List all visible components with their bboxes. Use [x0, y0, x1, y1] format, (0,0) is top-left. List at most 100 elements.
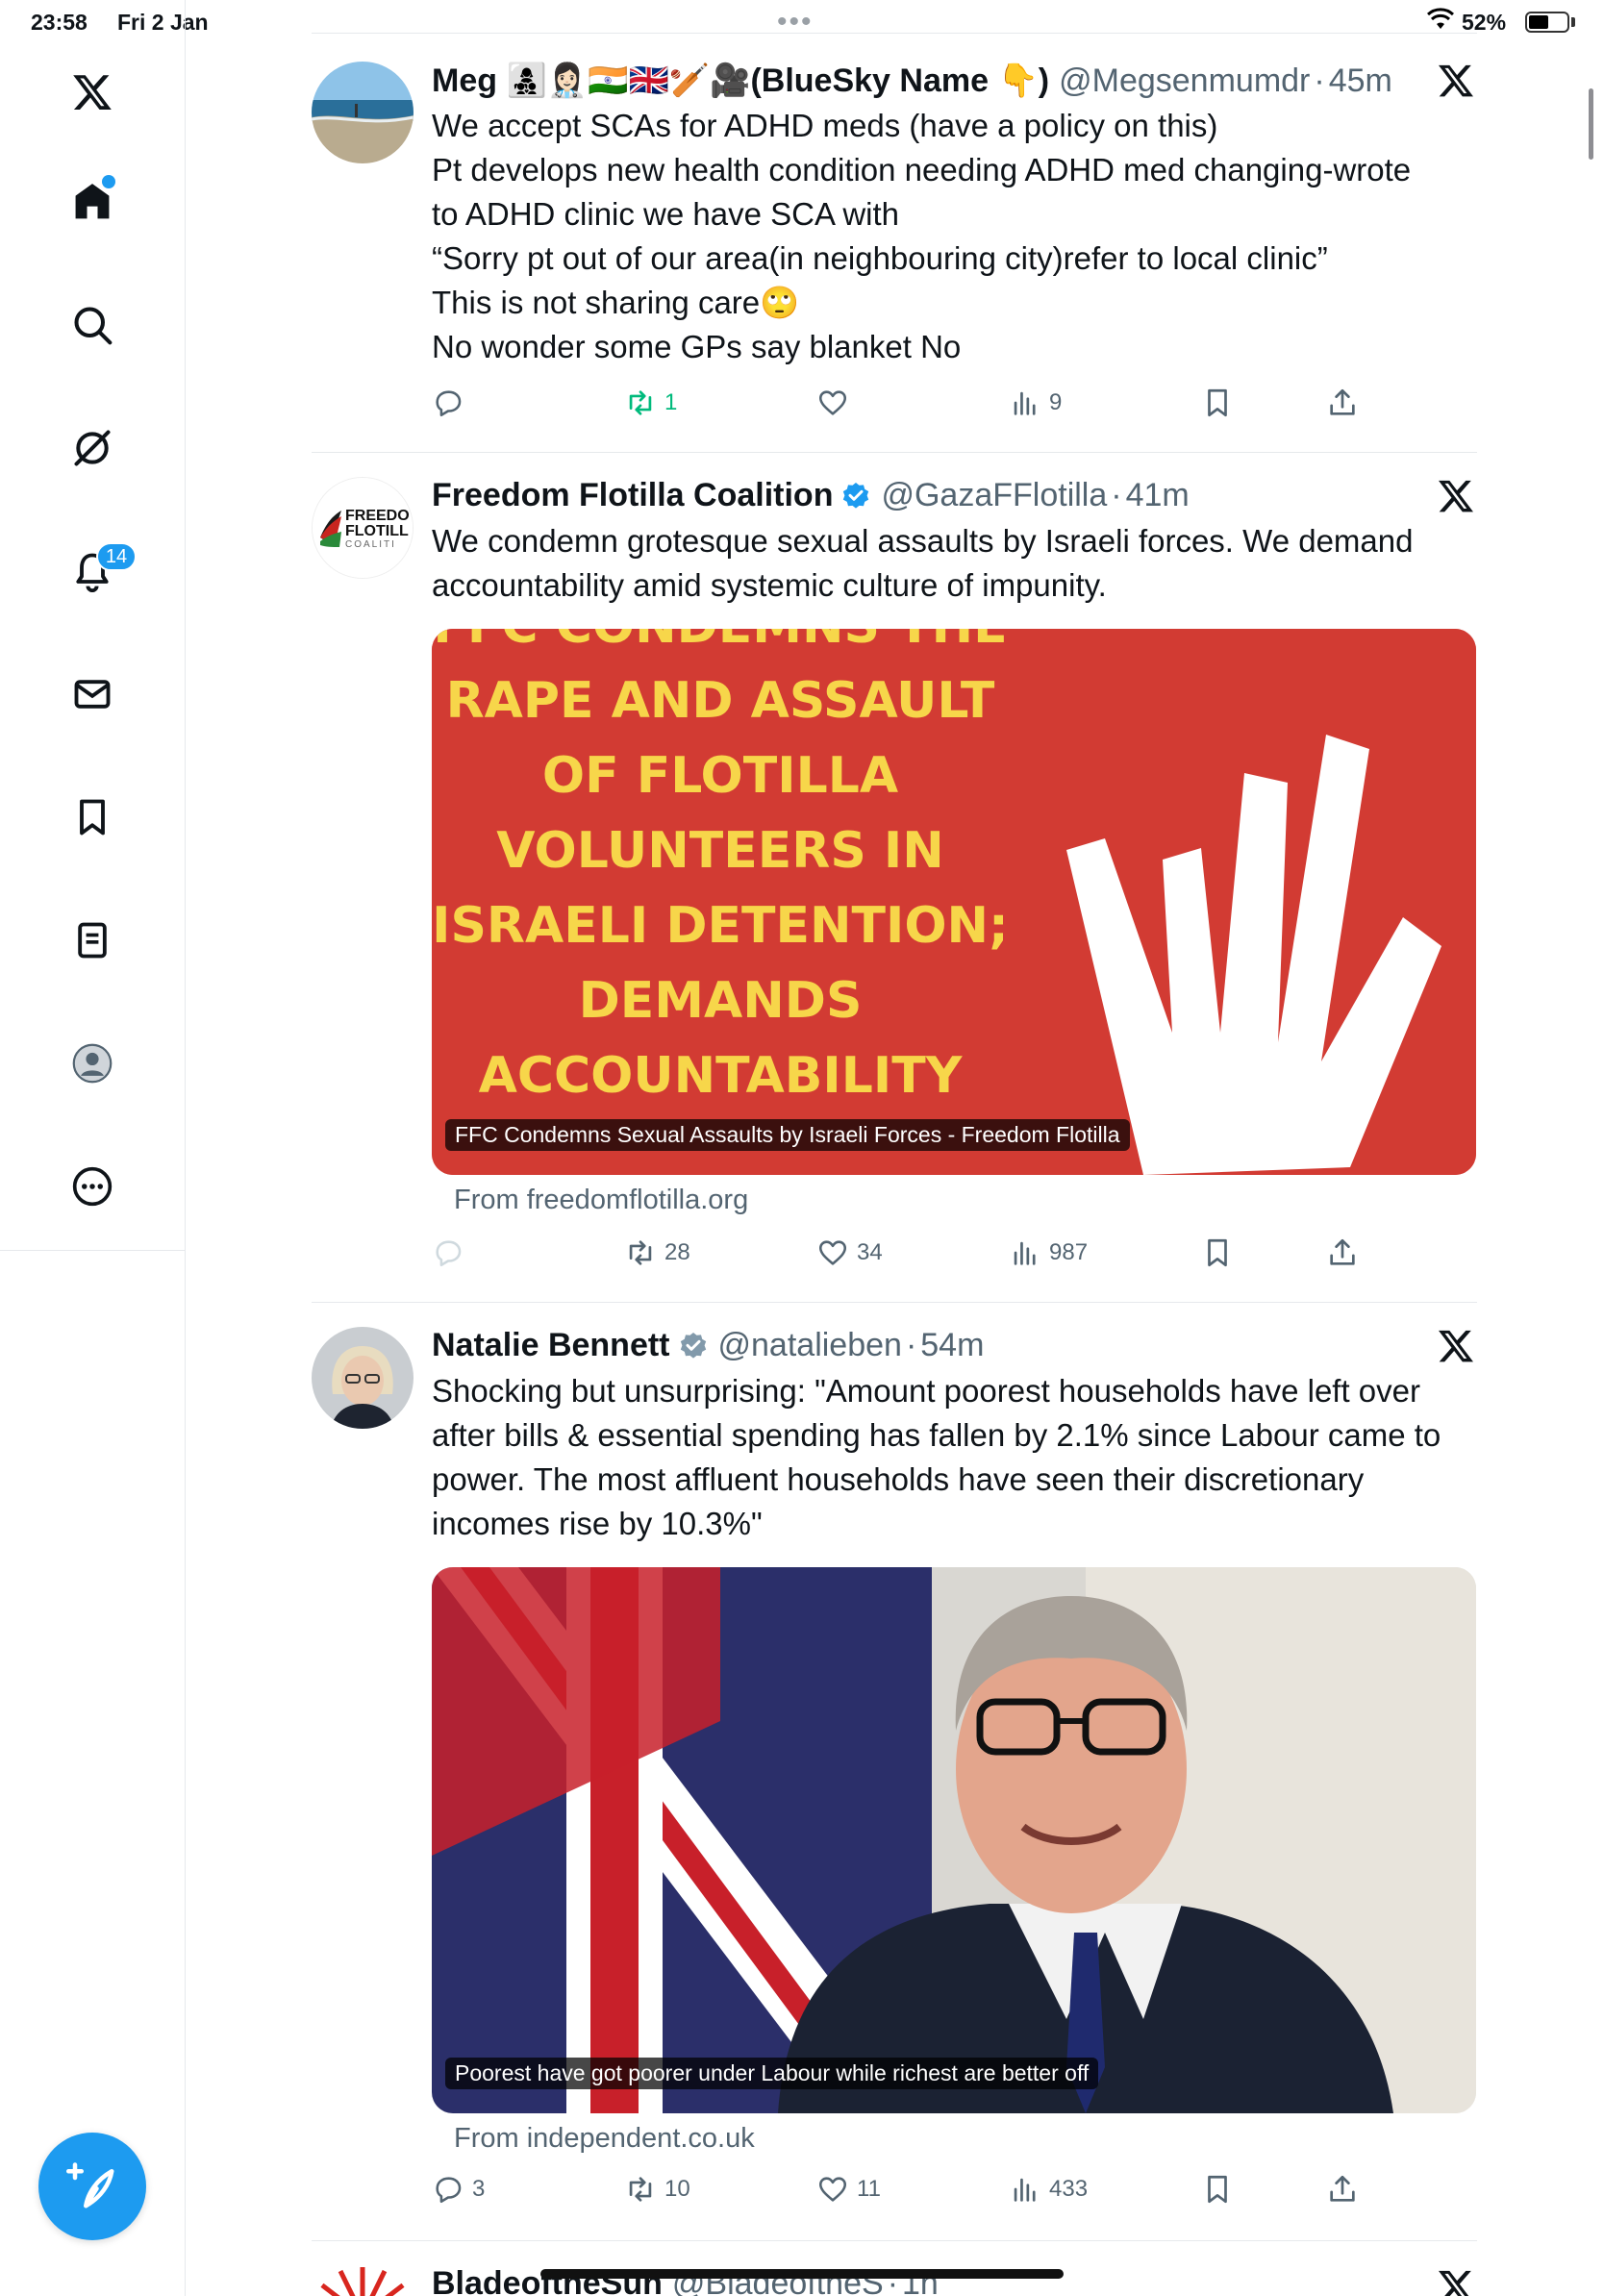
- scrollbar[interactable]: [1589, 88, 1593, 160]
- card-source[interactable]: From freedomflotilla.org: [454, 1185, 748, 1216]
- like-button[interactable]: 34: [816, 1236, 883, 1269]
- x-logo-icon[interactable]: [60, 60, 125, 125]
- retweet-icon: [629, 1240, 652, 1265]
- heart-icon: [818, 390, 847, 415]
- card-headline-line: RAPE AND ASSAULT: [446, 672, 995, 730]
- verified-icon: [843, 482, 869, 509]
- author-name[interactable]: Meg 👩‍👧‍👦👩🏻‍⚕️🇮🇳🇬🇧🏏🎥(BlueSky Name 👇): [432, 62, 1049, 100]
- mail-icon: [74, 680, 111, 709]
- bookmark-icon: [80, 799, 105, 836]
- heart-icon: [818, 2177, 847, 2202]
- share-icon: [1330, 2175, 1355, 2202]
- tweet-text: We accept SCAs for ADHD meds (have a pol…: [432, 108, 1412, 364]
- reply-button[interactable]: 3: [432, 2173, 485, 2206]
- tweet-time[interactable]: 45m: [1329, 62, 1392, 100]
- x-logo-icon: [1439, 64, 1473, 97]
- author-name[interactable]: Freedom Flotilla Coalition: [432, 477, 833, 514]
- avatar[interactable]: [312, 2265, 414, 2296]
- share-button[interactable]: [1326, 387, 1366, 419]
- more-icon: [72, 1166, 113, 1207]
- retweet-icon: [629, 390, 652, 415]
- tweet-text: Shocking but unsurprising: "Amount poore…: [432, 1373, 1441, 1541]
- card-caption: FFC Condemns Sexual Assaults by Israeli …: [445, 1119, 1130, 1151]
- home-indicator[interactable]: [540, 2269, 1064, 2279]
- notification-badge: 14: [96, 542, 137, 571]
- card-headline-line: FFC CONDEMNS THE: [433, 629, 1007, 655]
- x-logo-icon: [1439, 1330, 1473, 1362]
- avatar[interactable]: FREEDO FLOTILL COALITI: [312, 477, 414, 579]
- retweet-button[interactable]: 28: [624, 1236, 690, 1269]
- author-handle[interactable]: @Megsenmumdr: [1059, 62, 1310, 100]
- card-headline-line: ISRAELI DETENTION;: [432, 897, 1009, 955]
- card-caption: Poorest have got poorer under Labour whi…: [445, 2058, 1099, 2089]
- sidebar-item-bookmarks[interactable]: [60, 785, 125, 850]
- like-button[interactable]: 11: [816, 2173, 881, 2206]
- reply-icon: [436, 1240, 462, 1267]
- avatar-text-2: FLOTILL: [345, 523, 409, 539]
- bookmark-icon: [1208, 2175, 1227, 2204]
- bookmark-button[interactable]: [1201, 2173, 1241, 2206]
- bookmark-icon: [1208, 1238, 1227, 1267]
- card-source[interactable]: From independent.co.uk: [454, 2123, 755, 2155]
- tweet-text: We condemn grotesque sexual assaults by …: [432, 523, 1414, 603]
- card-headline-line: VOLUNTEERS IN: [496, 822, 944, 880]
- views-button[interactable]: 9: [1009, 387, 1062, 419]
- bookmark-icon: [1208, 388, 1227, 417]
- retweet-icon: [629, 2177, 652, 2202]
- sidebar-item-messages[interactable]: [60, 661, 125, 727]
- tweet-time[interactable]: 41m: [1126, 477, 1190, 514]
- sidebar-item-lists[interactable]: [60, 908, 125, 973]
- author-handle[interactable]: @GazaFFlotilla: [881, 477, 1107, 514]
- views-icon: [1014, 2178, 1036, 2202]
- views-icon: [1014, 391, 1036, 415]
- profile-icon: [72, 1043, 113, 1084]
- tweet-actions: 28 34 987: [432, 1236, 1480, 1275]
- tweet-natalie-bennett[interactable]: Natalie Bennett @natalieben · 54m Shocki…: [312, 1327, 1477, 2211]
- retweet-button[interactable]: 1: [624, 387, 677, 419]
- bookmark-button[interactable]: [1201, 1236, 1241, 1269]
- x-logo-icon: [1439, 2270, 1471, 2296]
- status-bar: 23:58 Fri 2 Jan ••• 52%: [0, 0, 1604, 44]
- compose-button[interactable]: [38, 2133, 146, 2240]
- reply-icon: [436, 390, 462, 417]
- sidebar-item-search[interactable]: [60, 292, 125, 358]
- list-icon: [78, 922, 107, 959]
- views-button[interactable]: 987: [1009, 1236, 1088, 1269]
- card-headline-line: OF FLOTILLA: [542, 747, 898, 805]
- share-icon: [1330, 1238, 1355, 1265]
- search-icon: [74, 307, 113, 345]
- author-name[interactable]: Natalie Bennett: [432, 1327, 670, 1364]
- link-card-image[interactable]: FFC CONDEMNS THE RAPE AND ASSAULT OF FLO…: [432, 629, 1476, 1175]
- sidebar-item-home[interactable]: [60, 169, 125, 235]
- battery-icon: [1525, 12, 1569, 33]
- reply-button[interactable]: [432, 387, 472, 419]
- compose-icon: [66, 2162, 114, 2209]
- home-unread-dot: [102, 175, 115, 188]
- tweet-actions: 1 9: [432, 387, 1480, 425]
- battery-level: [1529, 15, 1548, 29]
- bookmark-button[interactable]: [1201, 387, 1241, 419]
- reply-button[interactable]: [432, 1236, 472, 1269]
- tweet-meg[interactable]: Meg 👩‍👧‍👦👩🏻‍⚕️🇮🇳🇬🇧🏏🎥(BlueSky Name 👇) @Me…: [312, 62, 1477, 446]
- verified-icon: [680, 1332, 706, 1359]
- share-button[interactable]: [1326, 1236, 1366, 1269]
- retweet-button[interactable]: 10: [624, 2173, 690, 2206]
- share-button[interactable]: [1326, 2173, 1366, 2206]
- views-button[interactable]: 433: [1009, 2173, 1088, 2206]
- tweet-time[interactable]: 54m: [920, 1327, 984, 1364]
- card-headline-line: DEMANDS: [579, 972, 863, 1030]
- avatar[interactable]: [312, 62, 414, 163]
- heart-icon: [818, 1240, 847, 1265]
- card-headline-line: ACCOUNTABILITY: [479, 1047, 964, 1105]
- x-logo-icon: [1439, 480, 1473, 512]
- author-handle[interactable]: @natalieben: [718, 1327, 902, 1364]
- battery-percent: 52%: [1462, 10, 1507, 35]
- tweet-freedom-flotilla[interactable]: FREEDO FLOTILL COALITI Freedom Flotilla …: [312, 477, 1477, 1275]
- link-card-image[interactable]: Poorest have got poorer under Labour whi…: [432, 1567, 1476, 2113]
- sidebar-item-more[interactable]: [60, 1154, 125, 1219]
- avatar-text-3: COALITI: [345, 539, 396, 550]
- sidebar-item-profile[interactable]: [60, 1031, 125, 1096]
- like-button[interactable]: [816, 387, 857, 419]
- sidebar-item-grok[interactable]: [60, 415, 125, 481]
- avatar[interactable]: [312, 1327, 414, 1429]
